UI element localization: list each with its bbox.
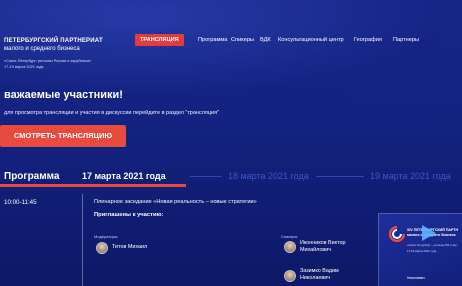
hero-text: для просмотра трансляции и участия в дис… xyxy=(4,110,220,116)
brand-meta: «Санкт-Петербург: регионы России и заруб… xyxy=(4,58,91,70)
speaker-avatar[interactable] xyxy=(284,270,296,282)
brand-title[interactable]: ПЕТЕРБУРГСКИЙ ПАРТНЕРИАТ xyxy=(4,38,103,44)
forum-logo-icon xyxy=(389,226,405,242)
speaker-first-line: Зазимко Вадим xyxy=(300,268,339,274)
session-title[interactable]: Пленарное заседание «Новая реальность – … xyxy=(94,199,257,205)
hero-heading: важаемые участники! xyxy=(4,89,123,101)
date-separator xyxy=(316,176,364,177)
nav-item-geography[interactable]: География xyxy=(354,34,382,46)
video-player[interactable]: XIV ПЕТЕРБУРГСКИЙ ПАРТН малого и среднег… xyxy=(378,213,462,286)
date-separator xyxy=(190,176,222,177)
date-tab-march-18[interactable]: 18 марта 2021 года xyxy=(228,171,309,181)
speakers-label: Спикеры xyxy=(281,234,298,239)
video-dates: 17-19 марта 2021 года xyxy=(407,249,437,253)
schedule-divider xyxy=(82,194,83,286)
nav-item-vdk[interactable]: ВДК xyxy=(260,34,271,46)
invited-label: Приглашены к участию: xyxy=(94,212,164,218)
moderator-avatar[interactable] xyxy=(96,242,108,254)
speaker-name[interactable]: Иконников Виктор Михайлович xyxy=(300,240,345,254)
browser-viewport: ПЕТЕРБУРГСКИЙ ПАРТНЕРИАТ малого и средне… xyxy=(0,0,462,286)
session-time: 10:00-11:45 xyxy=(4,199,37,206)
nav-item-partners[interactable]: Партнеры xyxy=(393,34,419,46)
date-tab-march-17[interactable]: 17 марта 2021 года xyxy=(82,171,166,181)
speaker-second-line: Николаевич xyxy=(300,275,331,281)
speaker-second-line: Михайлович xyxy=(300,247,332,253)
program-heading: Программа xyxy=(4,171,60,182)
date-tab-march-19[interactable]: 19 марта 2021 года xyxy=(370,171,451,181)
speaker-name[interactable]: Зазимко Вадим Николаевич xyxy=(300,268,339,282)
nav-item-broadcast[interactable]: ТРАНСЛЯЦИЯ xyxy=(135,34,184,46)
nav-item-speakers[interactable]: Спикеры xyxy=(231,34,254,46)
moderators-label: Модераторы xyxy=(94,234,118,239)
watch-broadcast-button[interactable]: СМОТРЕТЬ ТРАНСЛЯЦИЮ xyxy=(0,125,126,147)
speaker-avatar[interactable] xyxy=(284,241,296,253)
active-tab-indicator xyxy=(0,184,186,187)
play-icon[interactable] xyxy=(420,223,438,243)
video-speaker-caption: Николаевич xyxy=(407,276,425,280)
brand-dates: 17-19 марта 2021 года xyxy=(4,65,44,69)
site-header: ПЕТЕРБУРГСКИЙ ПАРТНЕРИАТ малого и средне… xyxy=(0,24,462,76)
speaker-first-line: Иконников Виктор xyxy=(300,240,346,246)
nav-item-program[interactable]: Программа xyxy=(198,34,227,46)
nav-item-consulting-center[interactable]: Консультационный центр xyxy=(278,34,344,46)
video-caption: «Санкт-Петербург – регионы РФ и зар xyxy=(407,243,457,247)
moderator-name[interactable]: Титов Михаил xyxy=(112,244,147,251)
brand-subtitle: малого и среднего бизнеса xyxy=(4,46,80,52)
